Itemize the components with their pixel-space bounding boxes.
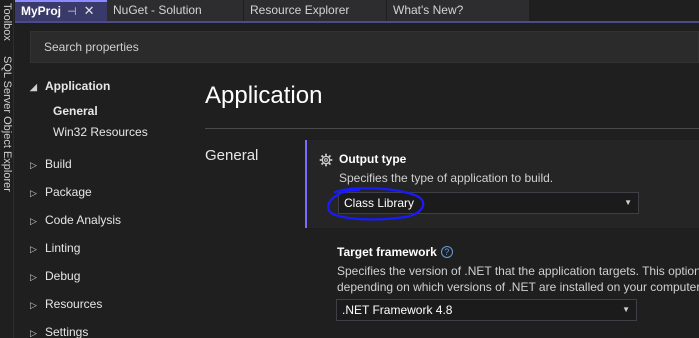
- tab-nuget-solution[interactable]: NuGet - Solution: [107, 0, 243, 21]
- search-input[interactable]: Search properties: [30, 31, 699, 63]
- help-icon[interactable]: ?: [440, 246, 453, 258]
- collapsed-caret-icon[interactable]: ▷: [30, 239, 45, 259]
- tab-label: MyProj: [21, 4, 62, 18]
- nav-item-code-analysis[interactable]: ▷ Code Analysis: [30, 210, 121, 230]
- collapsed-caret-icon[interactable]: ▷: [30, 211, 45, 231]
- nav-item-label: Debug: [45, 269, 81, 283]
- sql-server-object-explorer-tab[interactable]: SQL Server Object Explorer: [1, 56, 13, 192]
- nav-item-label: Package: [45, 185, 92, 199]
- nav-item-linting[interactable]: ▷ Linting: [30, 238, 80, 258]
- target-framework-title: Target framework?: [337, 245, 453, 259]
- gear-icon: [319, 153, 333, 167]
- tab-whats-new[interactable]: What's New?: [387, 0, 529, 21]
- nav-item-label: Settings: [45, 325, 89, 338]
- document-tab-bar: MyProj ⊣ ✕ NuGet - Solution Resource Explo…: [15, 0, 699, 21]
- output-type-value: Class Library: [344, 196, 415, 210]
- nav-item-label: Build: [45, 157, 72, 171]
- tab-label: What's New?: [393, 3, 464, 17]
- target-framework-description-line-2: depending on which versions of .NET are …: [337, 280, 699, 294]
- section-heading: General: [205, 147, 259, 164]
- collapsed-caret-icon[interactable]: ▷: [30, 295, 45, 315]
- nav-item-debug[interactable]: ▷ Debug: [30, 266, 80, 286]
- close-icon[interactable]: ✕: [84, 3, 95, 18]
- side-tool-strip: Toolbox SQL Server Object Explorer: [0, 0, 14, 338]
- collapsed-caret-icon[interactable]: ▷: [30, 155, 45, 175]
- target-framework-value: .NET Framework 4.8: [342, 303, 453, 317]
- nav-item-application[interactable]: ◢ Application: [30, 76, 110, 96]
- output-type-title: Output type: [339, 152, 407, 166]
- nav-item-label: Code Analysis: [45, 213, 122, 227]
- nav-item-label: Win32 Resources: [53, 125, 148, 139]
- output-type-dropdown[interactable]: Class Library ▼: [338, 192, 639, 214]
- expanded-caret-icon[interactable]: ◢: [30, 77, 45, 97]
- output-type-setting: Output type Specifies the type of applic…: [305, 140, 699, 228]
- output-type-description: Specifies the type of application to bui…: [339, 171, 554, 185]
- nav-item-resources[interactable]: ▷ Resources: [30, 294, 102, 314]
- nav-item-label: Linting: [45, 241, 81, 255]
- nav-item-settings[interactable]: ▷ Settings: [30, 322, 88, 338]
- nav-item-package[interactable]: ▷ Package: [30, 182, 92, 202]
- page-title: Application: [205, 82, 323, 109]
- pin-icon[interactable]: ⊣: [67, 6, 77, 18]
- tab-label: NuGet - Solution: [113, 3, 202, 17]
- chevron-down-icon: ▼: [624, 198, 632, 207]
- tab-myproj[interactable]: MyProj ⊣ ✕: [15, 0, 108, 21]
- nav-item-label: Application: [45, 79, 111, 93]
- toolbox-tab[interactable]: Toolbox: [1, 3, 13, 41]
- tab-resource-explorer[interactable]: Resource Explorer: [244, 0, 386, 21]
- nav-item-general[interactable]: General: [53, 101, 98, 121]
- properties-window: Toolbox SQL Server Object Explorer MyPro…: [0, 0, 699, 338]
- nav-item-build[interactable]: ▷ Build: [30, 154, 72, 174]
- title-divider: [205, 128, 699, 129]
- target-framework-label: Target framework: [337, 245, 437, 259]
- target-framework-setting: Target framework? Specifies the version …: [305, 238, 699, 326]
- target-framework-dropdown[interactable]: .NET Framework 4.8 ▼: [336, 299, 637, 321]
- collapsed-caret-icon[interactable]: ▷: [30, 183, 45, 203]
- nav-item-win32-resources[interactable]: Win32 Resources: [53, 122, 148, 142]
- nav-item-label: Resources: [45, 297, 103, 311]
- active-tab-underline: [15, 21, 699, 23]
- tab-label: Resource Explorer: [250, 3, 350, 17]
- collapsed-caret-icon[interactable]: ▷: [30, 267, 45, 287]
- target-framework-description-line-1: Specifies the version of .NET that the a…: [337, 264, 699, 278]
- chevron-down-icon: ▼: [622, 305, 630, 314]
- nav-item-label: General: [53, 104, 98, 118]
- collapsed-caret-icon[interactable]: ▷: [30, 323, 45, 338]
